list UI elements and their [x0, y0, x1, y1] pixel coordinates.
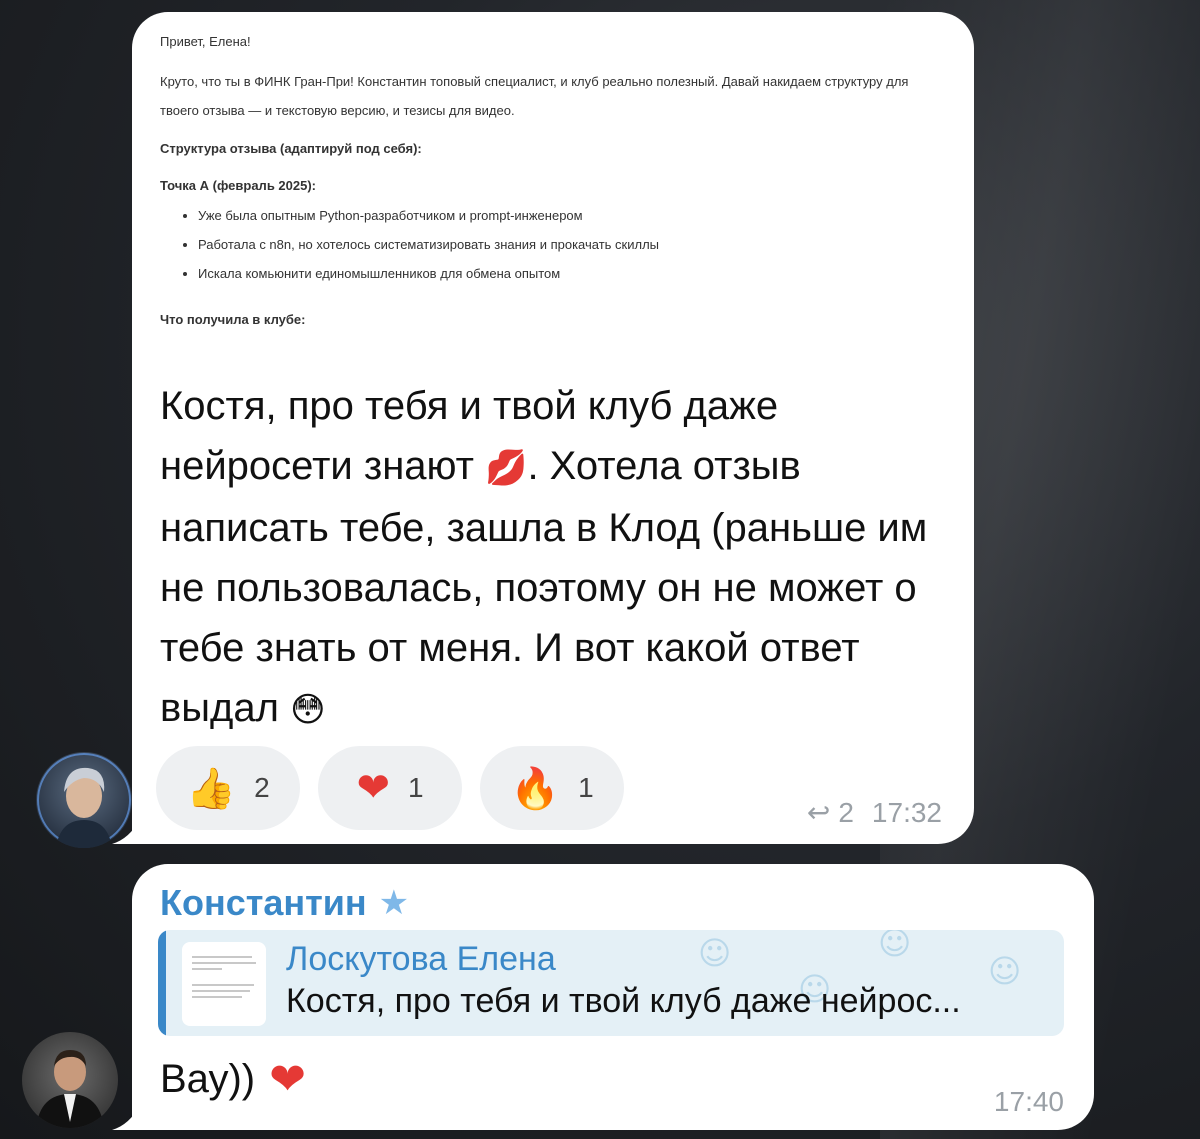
screenshot-greeting: Привет, Елена! — [160, 34, 251, 49]
screenshot-subheading: Что получила в клубе: — [160, 312, 306, 327]
screenshot-bullet: Уже была опытным Python-разработчиком и … — [198, 201, 940, 230]
avatar-konstantin[interactable] — [22, 1032, 118, 1128]
bubble-tail — [112, 814, 142, 844]
star-icon: ★ — [378, 883, 410, 923]
reaction-count: 2 — [254, 772, 270, 803]
screenshot-subheading: Точка А (февраль 2025): — [160, 178, 316, 193]
flushed-face-icon: 😳 — [290, 690, 326, 730]
reply-author: Лоскутова Елена — [286, 940, 556, 978]
heart-icon: ❤ — [269, 1054, 306, 1105]
reply-text: Костя, про тебя и твой клуб даже нейрос.… — [286, 982, 961, 1020]
pattern-icon: ☺ — [878, 930, 912, 962]
message-text: Вау)) ❤ — [160, 1054, 306, 1105]
bubble-tail — [112, 1100, 142, 1130]
reply-count[interactable]: 2 — [838, 797, 854, 829]
screenshot-bullet: Работала с n8n, но хотелось систематизир… — [198, 230, 940, 259]
message-text: Костя, про тебя и твой клуб даже нейросе… — [160, 376, 960, 740]
screenshot-heading: Структура отзыва (адаптируй под себя): — [160, 141, 422, 156]
screenshot-bullet: Искала комьюнити единомышленников для об… — [198, 259, 940, 288]
fire-icon: 🔥 — [510, 765, 561, 812]
screenshot-paragraph: Круто, что ты в ФИНК Гран-При! Константи… — [160, 74, 909, 118]
reaction-count: 1 — [578, 772, 594, 803]
sender-name[interactable]: Константин ★ — [160, 882, 409, 924]
claude-response-screenshot: Привет, Елена! Круто, что ты в ФИНК Гран… — [160, 32, 940, 329]
pattern-icon: ☺ — [698, 934, 732, 972]
reaction-heart[interactable]: ❤ 1 — [318, 746, 462, 830]
reaction-thumbs-up[interactable]: 👍 2 — [156, 746, 300, 830]
kiss-icon: 💋 — [485, 448, 528, 488]
reaction-count: 1 — [407, 772, 424, 803]
reply-accent-bar — [158, 930, 166, 1036]
heart-icon: ❤ — [356, 765, 390, 811]
message-text-body: Вау)) — [160, 1057, 256, 1101]
message-bubble-elena[interactable]: Привет, Елена! Круто, что ты в ФИНК Гран… — [132, 12, 974, 844]
message-meta: ↩ 2 17:32 — [807, 796, 942, 829]
sender-label: Константин — [160, 882, 367, 923]
reply-preview[interactable]: ☺ ☺ ☺ ☺ Лоскутова Елена Костя, про тебя … — [158, 930, 1064, 1036]
message-bubble-konstantin[interactable]: Константин ★ ☺ ☺ ☺ ☺ Лоскутова Елена Кос… — [132, 864, 1094, 1130]
thumbs-up-icon: 👍 — [186, 765, 237, 812]
reply-thumbnail — [182, 942, 266, 1026]
screenshot-bullet-list: Уже была опытным Python-разработчиком и … — [160, 201, 940, 288]
reply-arrow-icon[interactable]: ↩ — [807, 796, 830, 829]
reactions-bar: 👍 2 ❤ 1 🔥 1 — [156, 746, 624, 830]
message-time: 17:32 — [871, 796, 942, 828]
message-time: 17:40 — [993, 1086, 1064, 1117]
reaction-fire[interactable]: 🔥 1 — [480, 746, 624, 830]
